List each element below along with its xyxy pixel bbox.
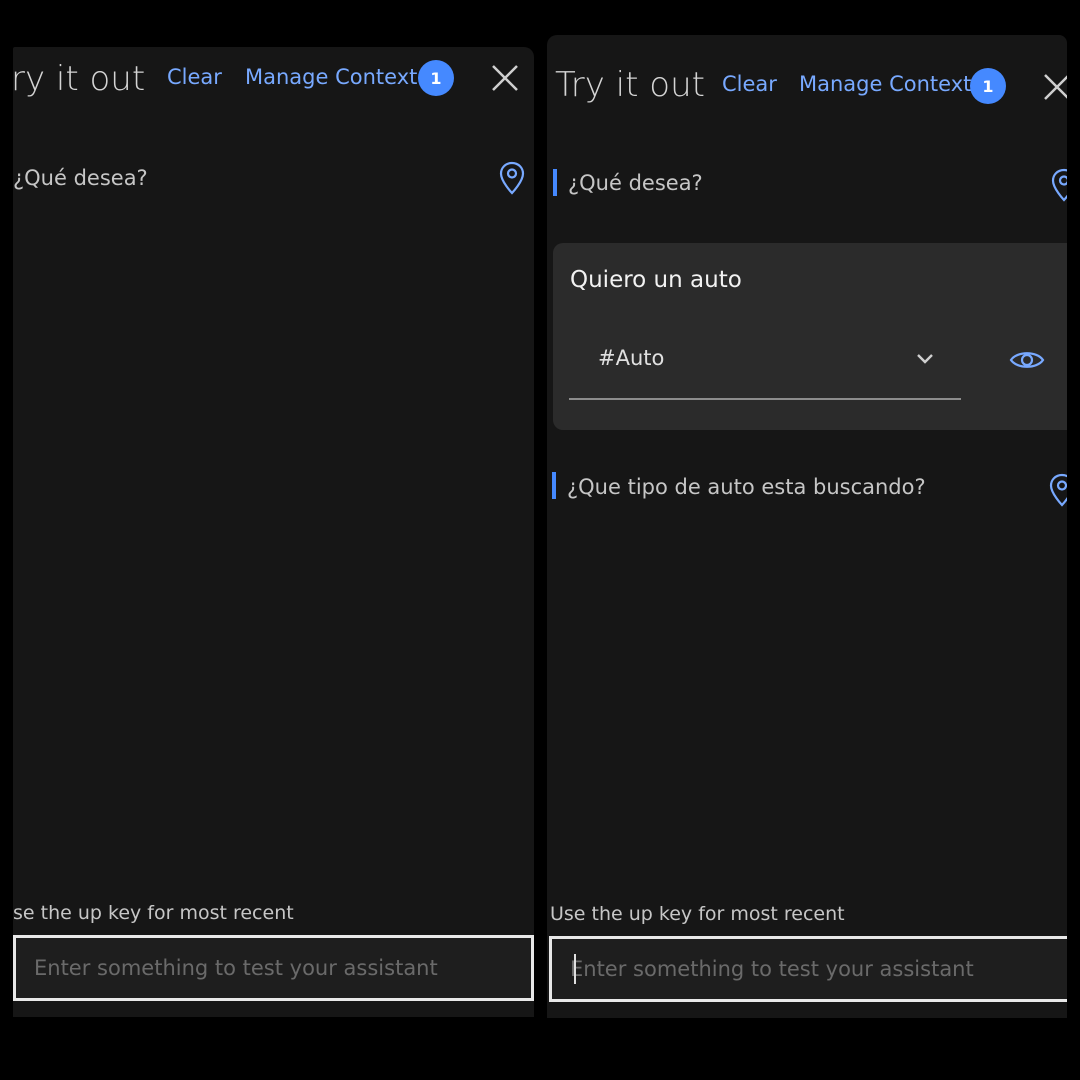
eye-icon[interactable] [1009, 347, 1045, 373]
context-count-badge: 1 [970, 68, 1006, 104]
user-message-text: Quiero un auto [570, 267, 742, 293]
assistant-message: ¿Qué desea? [568, 171, 703, 195]
close-icon[interactable] [1042, 72, 1067, 102]
assistant-message: ¿Qué desea? [13, 166, 148, 190]
panel-title: ry it out [13, 59, 146, 99]
close-icon[interactable] [490, 63, 520, 93]
context-count-badge: 1 [418, 60, 454, 96]
user-message-card: Quiero un auto #Auto [553, 243, 1067, 430]
clear-button[interactable]: Clear [167, 65, 222, 89]
clear-button[interactable]: Clear [722, 72, 777, 96]
message-input-box [13, 935, 534, 1001]
try-it-out-panel-left: ry it out Clear Manage Context 1 ¿Qué de… [13, 47, 534, 1017]
manage-context-button[interactable]: Manage Context [799, 72, 971, 96]
panel-title: Try it out [555, 65, 705, 105]
message-input[interactable] [552, 939, 1067, 999]
assistant-message: ¿Que tipo de auto esta buscando? [567, 475, 926, 499]
location-pin-icon[interactable] [499, 161, 525, 195]
intent-value: #Auto [598, 346, 665, 370]
message-input-box [549, 936, 1067, 1002]
manage-context-button[interactable]: Manage Context [245, 65, 417, 89]
try-it-out-panel-right: Try it out Clear Manage Context 1 ¿Qué d… [547, 35, 1067, 1018]
input-hint: se the up key for most recent [13, 902, 294, 924]
input-hint: Use the up key for most recent [550, 903, 845, 925]
chevron-down-icon [917, 354, 933, 364]
location-pin-icon[interactable] [1049, 473, 1067, 507]
location-pin-icon[interactable] [1051, 168, 1067, 202]
text-cursor [574, 954, 576, 984]
message-input[interactable] [16, 938, 531, 998]
intent-dropdown[interactable]: #Auto [569, 328, 961, 400]
message-accent-bar [553, 169, 557, 196]
message-accent-bar [552, 472, 556, 499]
